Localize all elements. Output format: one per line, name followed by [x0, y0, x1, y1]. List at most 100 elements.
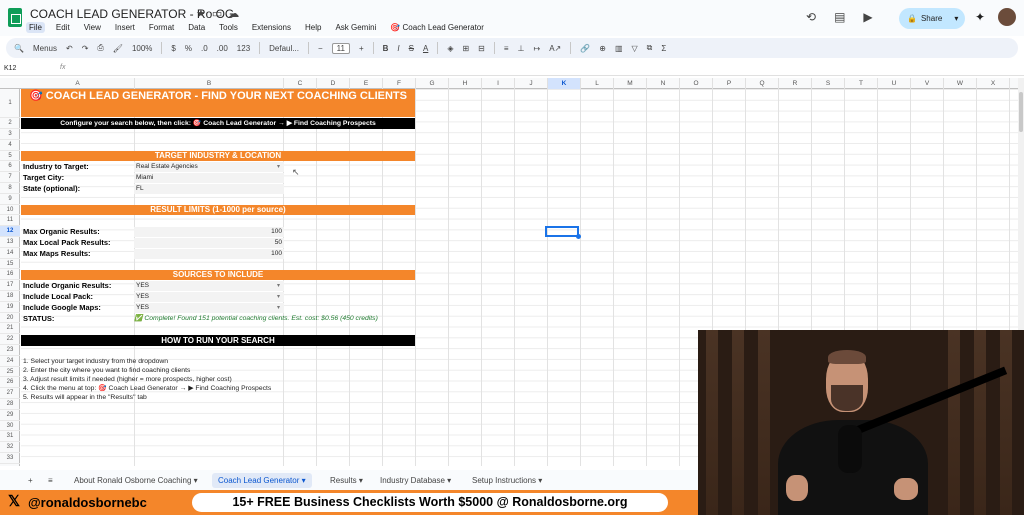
menu-coach-lead-generator[interactable]: 🎯 Coach Lead Generator [387, 22, 487, 33]
menu-help[interactable]: Help [302, 22, 324, 33]
row-header-10[interactable]: 10 [0, 205, 20, 216]
column-header-b[interactable]: B [135, 78, 284, 89]
column-header-n[interactable]: N [647, 78, 680, 89]
row-header-8[interactable]: 8 [0, 183, 20, 194]
row-header-4[interactable]: 4 [0, 140, 20, 151]
column-header-s[interactable]: S [812, 78, 845, 89]
row-header-18[interactable]: 18 [0, 291, 20, 302]
zoom-select[interactable]: 100% [132, 44, 152, 53]
increase-font-size-button[interactable]: + [359, 44, 364, 53]
column-header-m[interactable]: M [614, 78, 647, 89]
scrollbar-thumb[interactable] [1019, 92, 1023, 132]
cloud-status-icon[interactable]: ☁ [228, 8, 245, 20]
column-header-u[interactable]: U [878, 78, 911, 89]
row-header-23[interactable]: 23 [0, 345, 20, 356]
vertical-align-icon[interactable]: ⊥ [518, 44, 525, 53]
chevron-down-icon[interactable]: ▾ [954, 14, 958, 23]
comments-icon[interactable]: ▤ [834, 10, 845, 24]
tab-about[interactable]: About Ronald Osborne Coaching ▾ [68, 473, 204, 488]
text-rotation-icon[interactable]: A↗ [549, 44, 561, 53]
row-header-7[interactable]: 7 [0, 172, 20, 183]
font-size-input[interactable]: 11 [331, 42, 350, 54]
horizontal-align-icon[interactable]: ≡ [504, 44, 509, 53]
section-sources-header[interactable]: SOURCES TO INCLUDE [21, 270, 415, 280]
gemini-icon[interactable]: ✦ [975, 10, 985, 24]
menus-search[interactable]: Menus [33, 44, 57, 53]
filter-icon[interactable]: ▽ [632, 44, 638, 53]
column-header-f[interactable]: F [383, 78, 416, 89]
menu-view[interactable]: View [81, 22, 104, 33]
chevron-down-icon[interactable]: ▾ [277, 292, 280, 302]
maps-limit-input[interactable]: 100 [134, 249, 284, 259]
decrease-decimal-button[interactable]: .0 [201, 44, 208, 53]
meet-icon[interactable]: ▶ [863, 10, 872, 24]
insert-link-icon[interactable]: 🔗 [580, 44, 590, 53]
section-howto-header[interactable]: HOW TO RUN YOUR SEARCH [21, 335, 415, 346]
row-header-24[interactable]: 24 [0, 356, 20, 367]
column-header-x[interactable]: X [977, 78, 1010, 89]
menu-tools[interactable]: Tools [216, 22, 241, 33]
column-header-r[interactable]: R [779, 78, 812, 89]
column-header-w[interactable]: W [944, 78, 977, 89]
menu-extensions[interactable]: Extensions [249, 22, 294, 33]
column-header-c[interactable]: C [284, 78, 317, 89]
column-header-l[interactable]: L [581, 78, 614, 89]
fill-handle[interactable] [576, 234, 581, 239]
row-header-27[interactable]: 27 [0, 388, 20, 399]
row-header-33[interactable]: 33 [0, 453, 20, 464]
name-box[interactable]: K12 [4, 65, 16, 72]
row-header-32[interactable]: 32 [0, 442, 20, 453]
italic-icon[interactable]: I [397, 44, 399, 53]
row-header-34[interactable]: 34 [0, 464, 20, 467]
add-sheet-button[interactable]: + [22, 473, 39, 488]
column-header-v[interactable]: V [911, 78, 944, 89]
sheets-logo-icon[interactable] [8, 8, 22, 27]
menu-data[interactable]: Data [185, 22, 208, 33]
row-header-31[interactable]: 31 [0, 431, 20, 443]
local-limit-input[interactable]: 50 [134, 238, 284, 248]
text-wrap-icon[interactable]: ↦ [534, 44, 541, 53]
borders-icon[interactable]: ⊞ [462, 44, 469, 53]
row-header-25[interactable]: 25 [0, 367, 20, 378]
column-header-a[interactable]: A [21, 78, 135, 89]
column-header-k[interactable]: K [548, 78, 581, 89]
chevron-down-icon[interactable]: ▾ [277, 162, 280, 172]
city-input[interactable]: Miami [134, 173, 284, 183]
chevron-down-icon[interactable]: ▾ [277, 281, 280, 291]
row-header-17[interactable]: 17 [0, 280, 20, 291]
decrease-font-size-button[interactable]: − [318, 44, 323, 53]
column-header-e[interactable]: E [350, 78, 383, 89]
row-header-15[interactable]: 15 [0, 259, 20, 270]
column-header-q[interactable]: Q [746, 78, 779, 89]
row-header-29[interactable]: 29 [0, 410, 20, 421]
functions-icon[interactable]: Σ [661, 44, 666, 53]
redo-icon[interactable]: ↷ [82, 44, 89, 53]
row-header-19[interactable]: 19 [0, 302, 20, 313]
row-header-22[interactable]: 22 [0, 334, 20, 345]
history-icon[interactable]: ⟲ [806, 10, 816, 24]
tab-setup-instructions[interactable]: Setup Instructions ▾ [466, 473, 548, 488]
strikethrough-icon[interactable]: S [409, 44, 414, 53]
column-header-o[interactable]: O [680, 78, 713, 89]
bold-icon[interactable]: B [383, 44, 389, 53]
row-header-28[interactable]: 28 [0, 399, 20, 410]
row-header-30[interactable]: 30 [0, 421, 20, 432]
tab-industry-database[interactable]: Industry Database ▾ [374, 473, 457, 488]
insert-chart-icon[interactable]: ▥ [615, 44, 623, 53]
row-header-21[interactable]: 21 [0, 323, 20, 335]
selected-cell[interactable] [545, 226, 579, 237]
menu-edit[interactable]: Edit [53, 22, 73, 33]
section-target-header[interactable]: TARGET INDUSTRY & LOCATION [21, 151, 415, 161]
avatar[interactable] [998, 8, 1016, 26]
section-limits-header[interactable]: RESULT LIMITS (1-1000 per source) [21, 205, 415, 215]
insert-comment-icon[interactable]: ⊕ [599, 44, 606, 53]
industry-dropdown[interactable]: Real Estate Agencies ▾ [134, 162, 284, 172]
increase-decimal-button[interactable]: .00 [217, 44, 228, 53]
filter-views-icon[interactable]: ⧉ [647, 43, 653, 53]
column-header-t[interactable]: T [845, 78, 878, 89]
column-header-i[interactable]: I [482, 78, 515, 89]
include-local-dropdown[interactable]: YES ▾ [134, 292, 284, 302]
percent-format-button[interactable]: % [185, 44, 192, 53]
row-header-2[interactable]: 2 [0, 118, 20, 129]
column-header-p[interactable]: P [713, 78, 746, 89]
